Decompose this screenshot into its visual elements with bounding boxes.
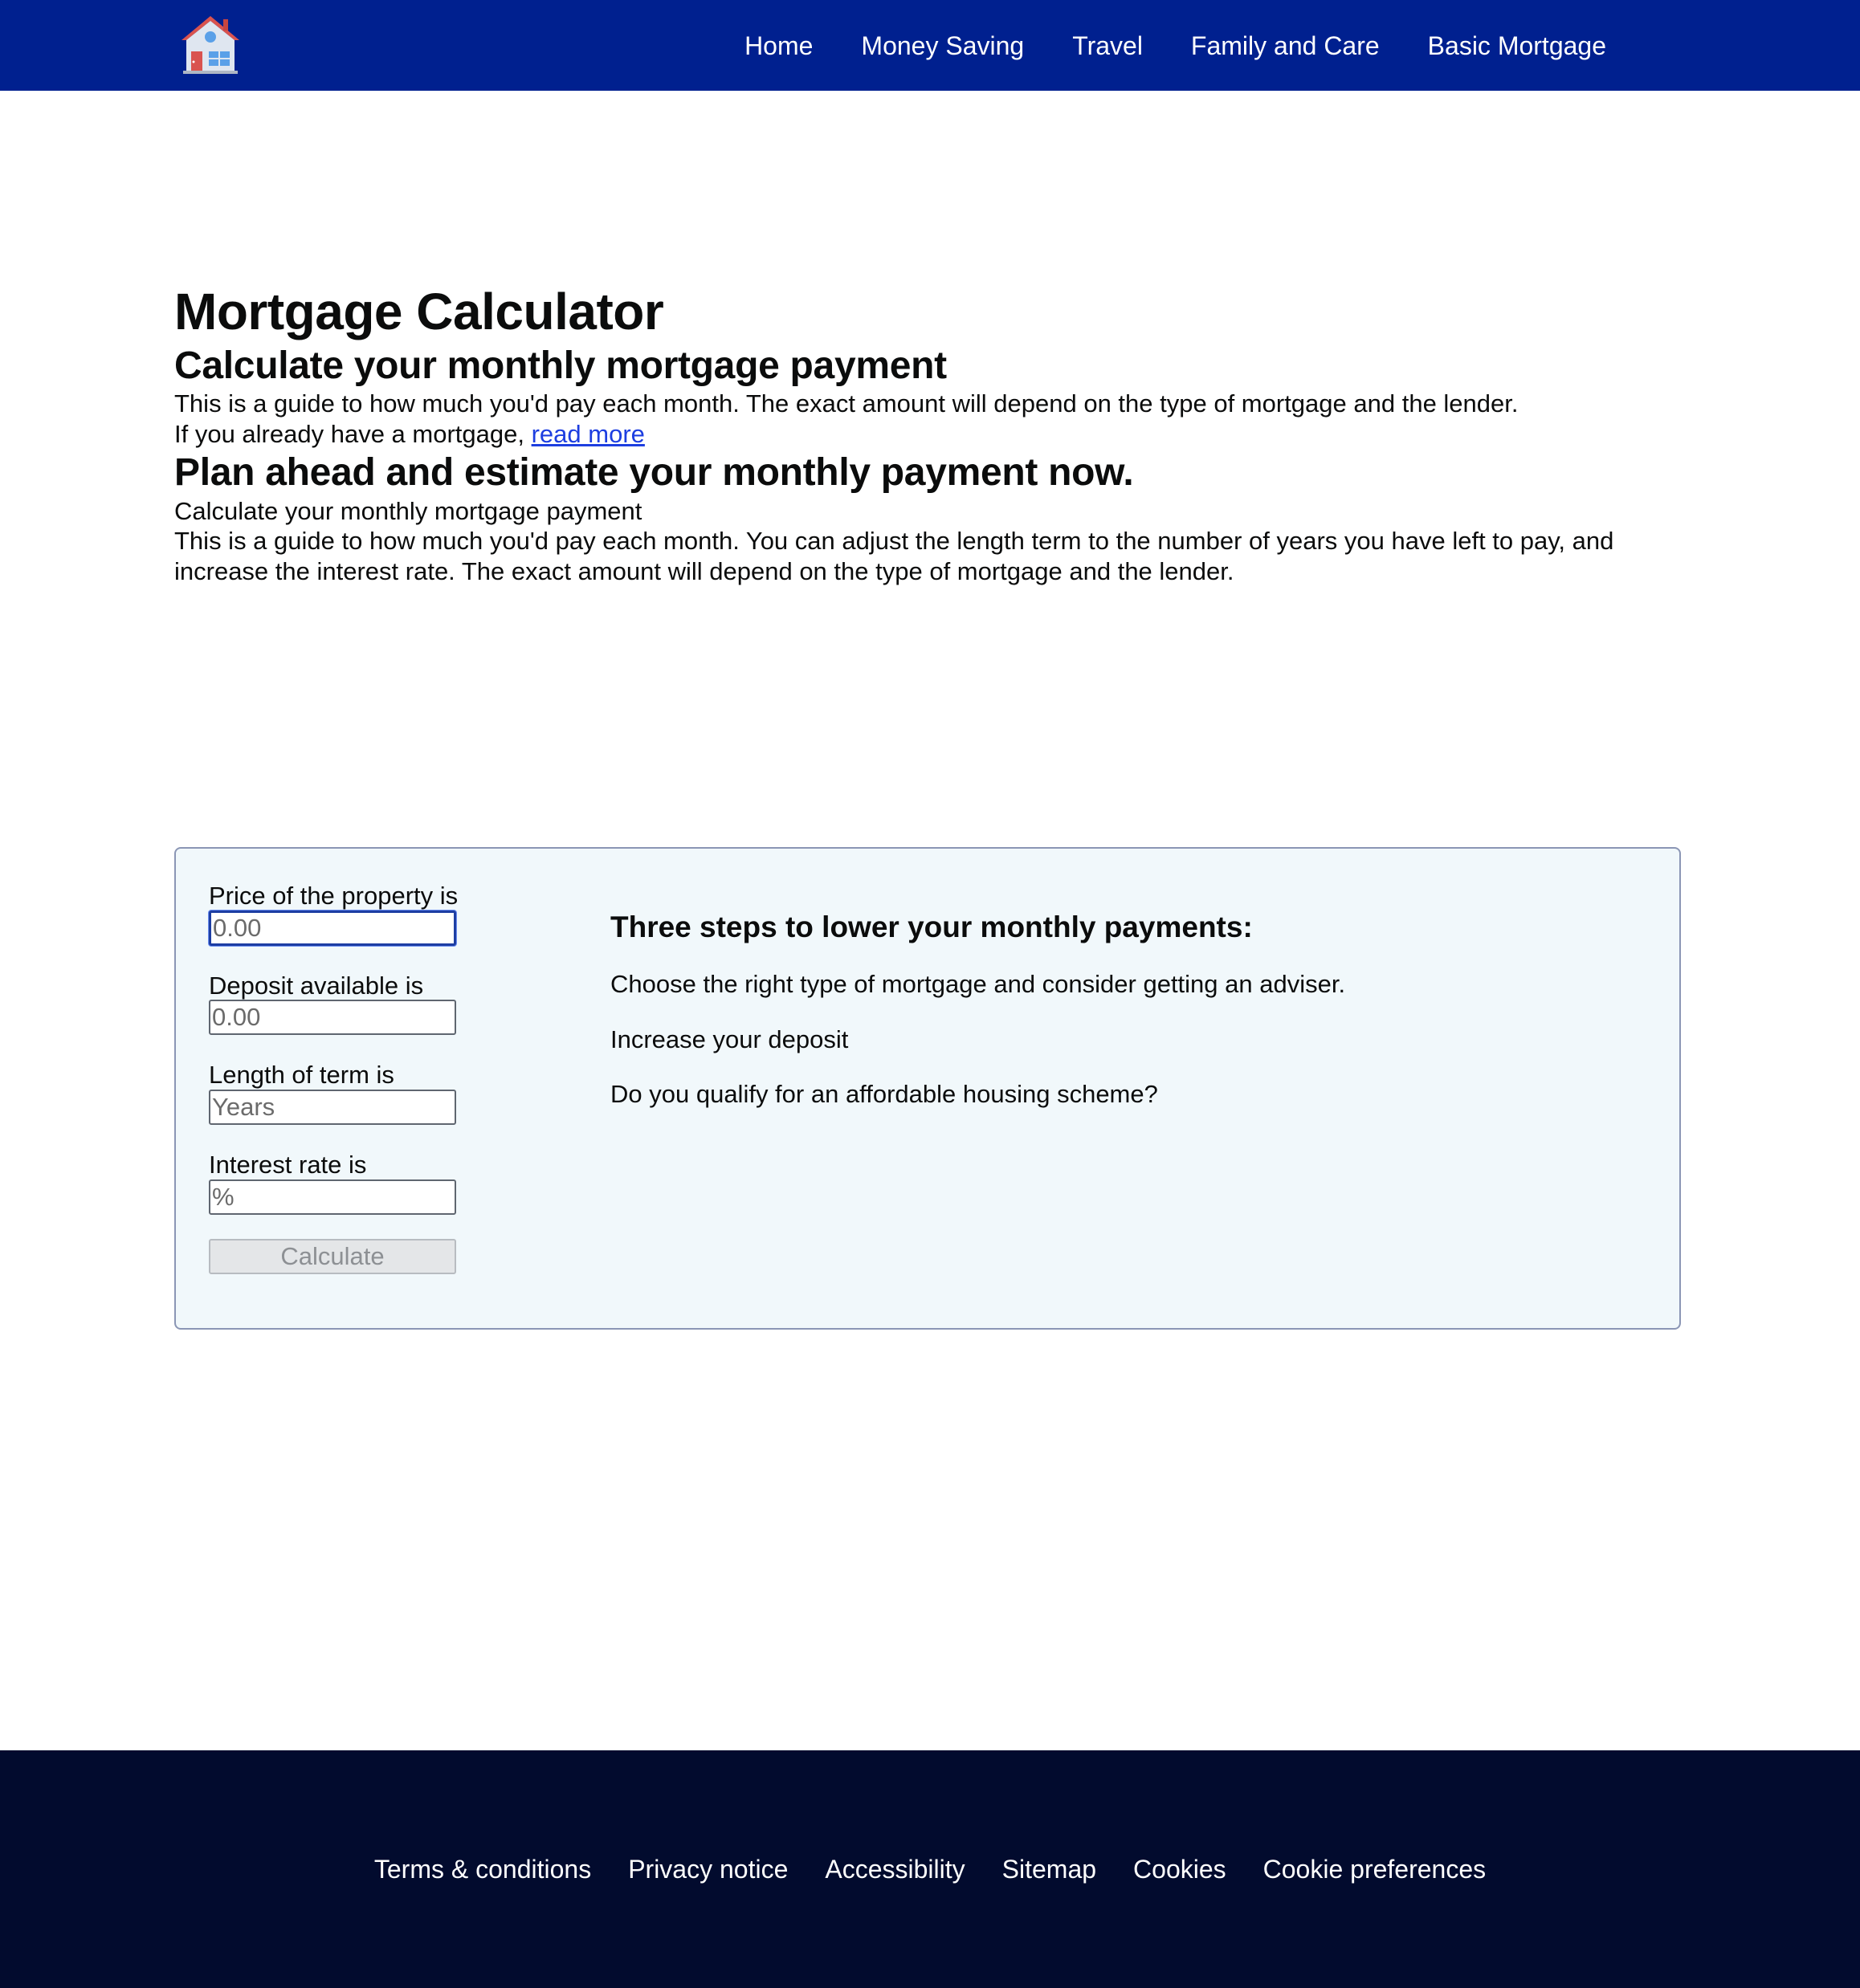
mortgage-calculator-form: Price of the property is Deposit availab… bbox=[209, 882, 498, 1274]
deposit-field-group: Deposit available is bbox=[209, 972, 498, 1036]
main-nav: Home Money Saving Travel Family and Care… bbox=[744, 0, 1606, 91]
tip-item: Do you qualify for an affordable housing… bbox=[610, 1079, 1158, 1108]
tip-item: Increase your deposit bbox=[610, 1025, 849, 1053]
footer-nav: Terms & conditions Privacy notice Access… bbox=[0, 1750, 1860, 1988]
existing-mortgage-text: If you already have a mortgage, read mor… bbox=[174, 419, 1684, 450]
tips-heading: Three steps to lower your monthly paymen… bbox=[610, 910, 1253, 943]
tip-item: Choose the right type of mortgage and co… bbox=[610, 970, 1346, 999]
nav-link-money-saving[interactable]: Money Saving bbox=[861, 33, 1024, 59]
site-header: Home Money Saving Travel Family and Care… bbox=[0, 0, 1860, 91]
calculator-subtitle: Calculate your monthly mortgage payment bbox=[174, 496, 642, 525]
site-footer: Terms & conditions Privacy notice Access… bbox=[0, 1750, 1860, 1988]
price-field-group: Price of the property is bbox=[209, 882, 498, 946]
calculate-button[interactable]: Calculate bbox=[209, 1238, 456, 1274]
main-content: Mortgage Calculator Calculate your month… bbox=[174, 281, 1684, 587]
calculator-panel: Price of the property is Deposit availab… bbox=[174, 847, 1681, 1330]
term-label: Length of term is bbox=[209, 1061, 394, 1090]
interest-rate-label: Interest rate is bbox=[209, 1150, 367, 1179]
price-label: Price of the property is bbox=[209, 882, 459, 910]
nav-link-basic-mortgage[interactable]: Basic Mortgage bbox=[1428, 33, 1606, 59]
page-title: Mortgage Calculator bbox=[174, 283, 664, 340]
house-icon bbox=[182, 16, 239, 74]
section-intro-text: This is a guide to how much you'd pay ea… bbox=[174, 389, 1519, 418]
nav-link-family-and-care[interactable]: Family and Care bbox=[1191, 33, 1380, 59]
term-field-group: Length of term is bbox=[209, 1061, 498, 1125]
property-price-input[interactable] bbox=[209, 910, 456, 946]
interest-rate-input[interactable] bbox=[209, 1179, 456, 1215]
term-length-input[interactable] bbox=[209, 1089, 456, 1125]
nav-link-home[interactable]: Home bbox=[744, 33, 813, 59]
calculator-guide-text: This is a guide to how much you'd pay ea… bbox=[174, 527, 1614, 586]
read-more-link[interactable]: read more bbox=[532, 420, 645, 448]
deposit-label: Deposit available is bbox=[209, 971, 424, 1000]
section-heading-calculate: Calculate your monthly mortgage payment bbox=[174, 344, 947, 387]
footer-link-accessibility[interactable]: Accessibility bbox=[825, 1855, 965, 1884]
footer-link-sitemap[interactable]: Sitemap bbox=[1002, 1855, 1096, 1884]
footer-link-cookie-preferences[interactable]: Cookie preferences bbox=[1263, 1855, 1486, 1884]
tips-section: Three steps to lower your monthly paymen… bbox=[610, 910, 1574, 1109]
footer-link-cookies[interactable]: Cookies bbox=[1133, 1855, 1226, 1884]
section-heading-plan-ahead: Plan ahead and estimate your monthly pay… bbox=[174, 451, 1134, 495]
nav-link-travel[interactable]: Travel bbox=[1072, 33, 1143, 59]
existing-mortgage-prefix: If you already have a mortgage, bbox=[174, 420, 532, 449]
deposit-input[interactable] bbox=[209, 1000, 456, 1036]
footer-link-privacy[interactable]: Privacy notice bbox=[628, 1855, 788, 1884]
footer-link-terms[interactable]: Terms & conditions bbox=[374, 1855, 591, 1884]
interest-field-group: Interest rate is bbox=[209, 1151, 498, 1215]
